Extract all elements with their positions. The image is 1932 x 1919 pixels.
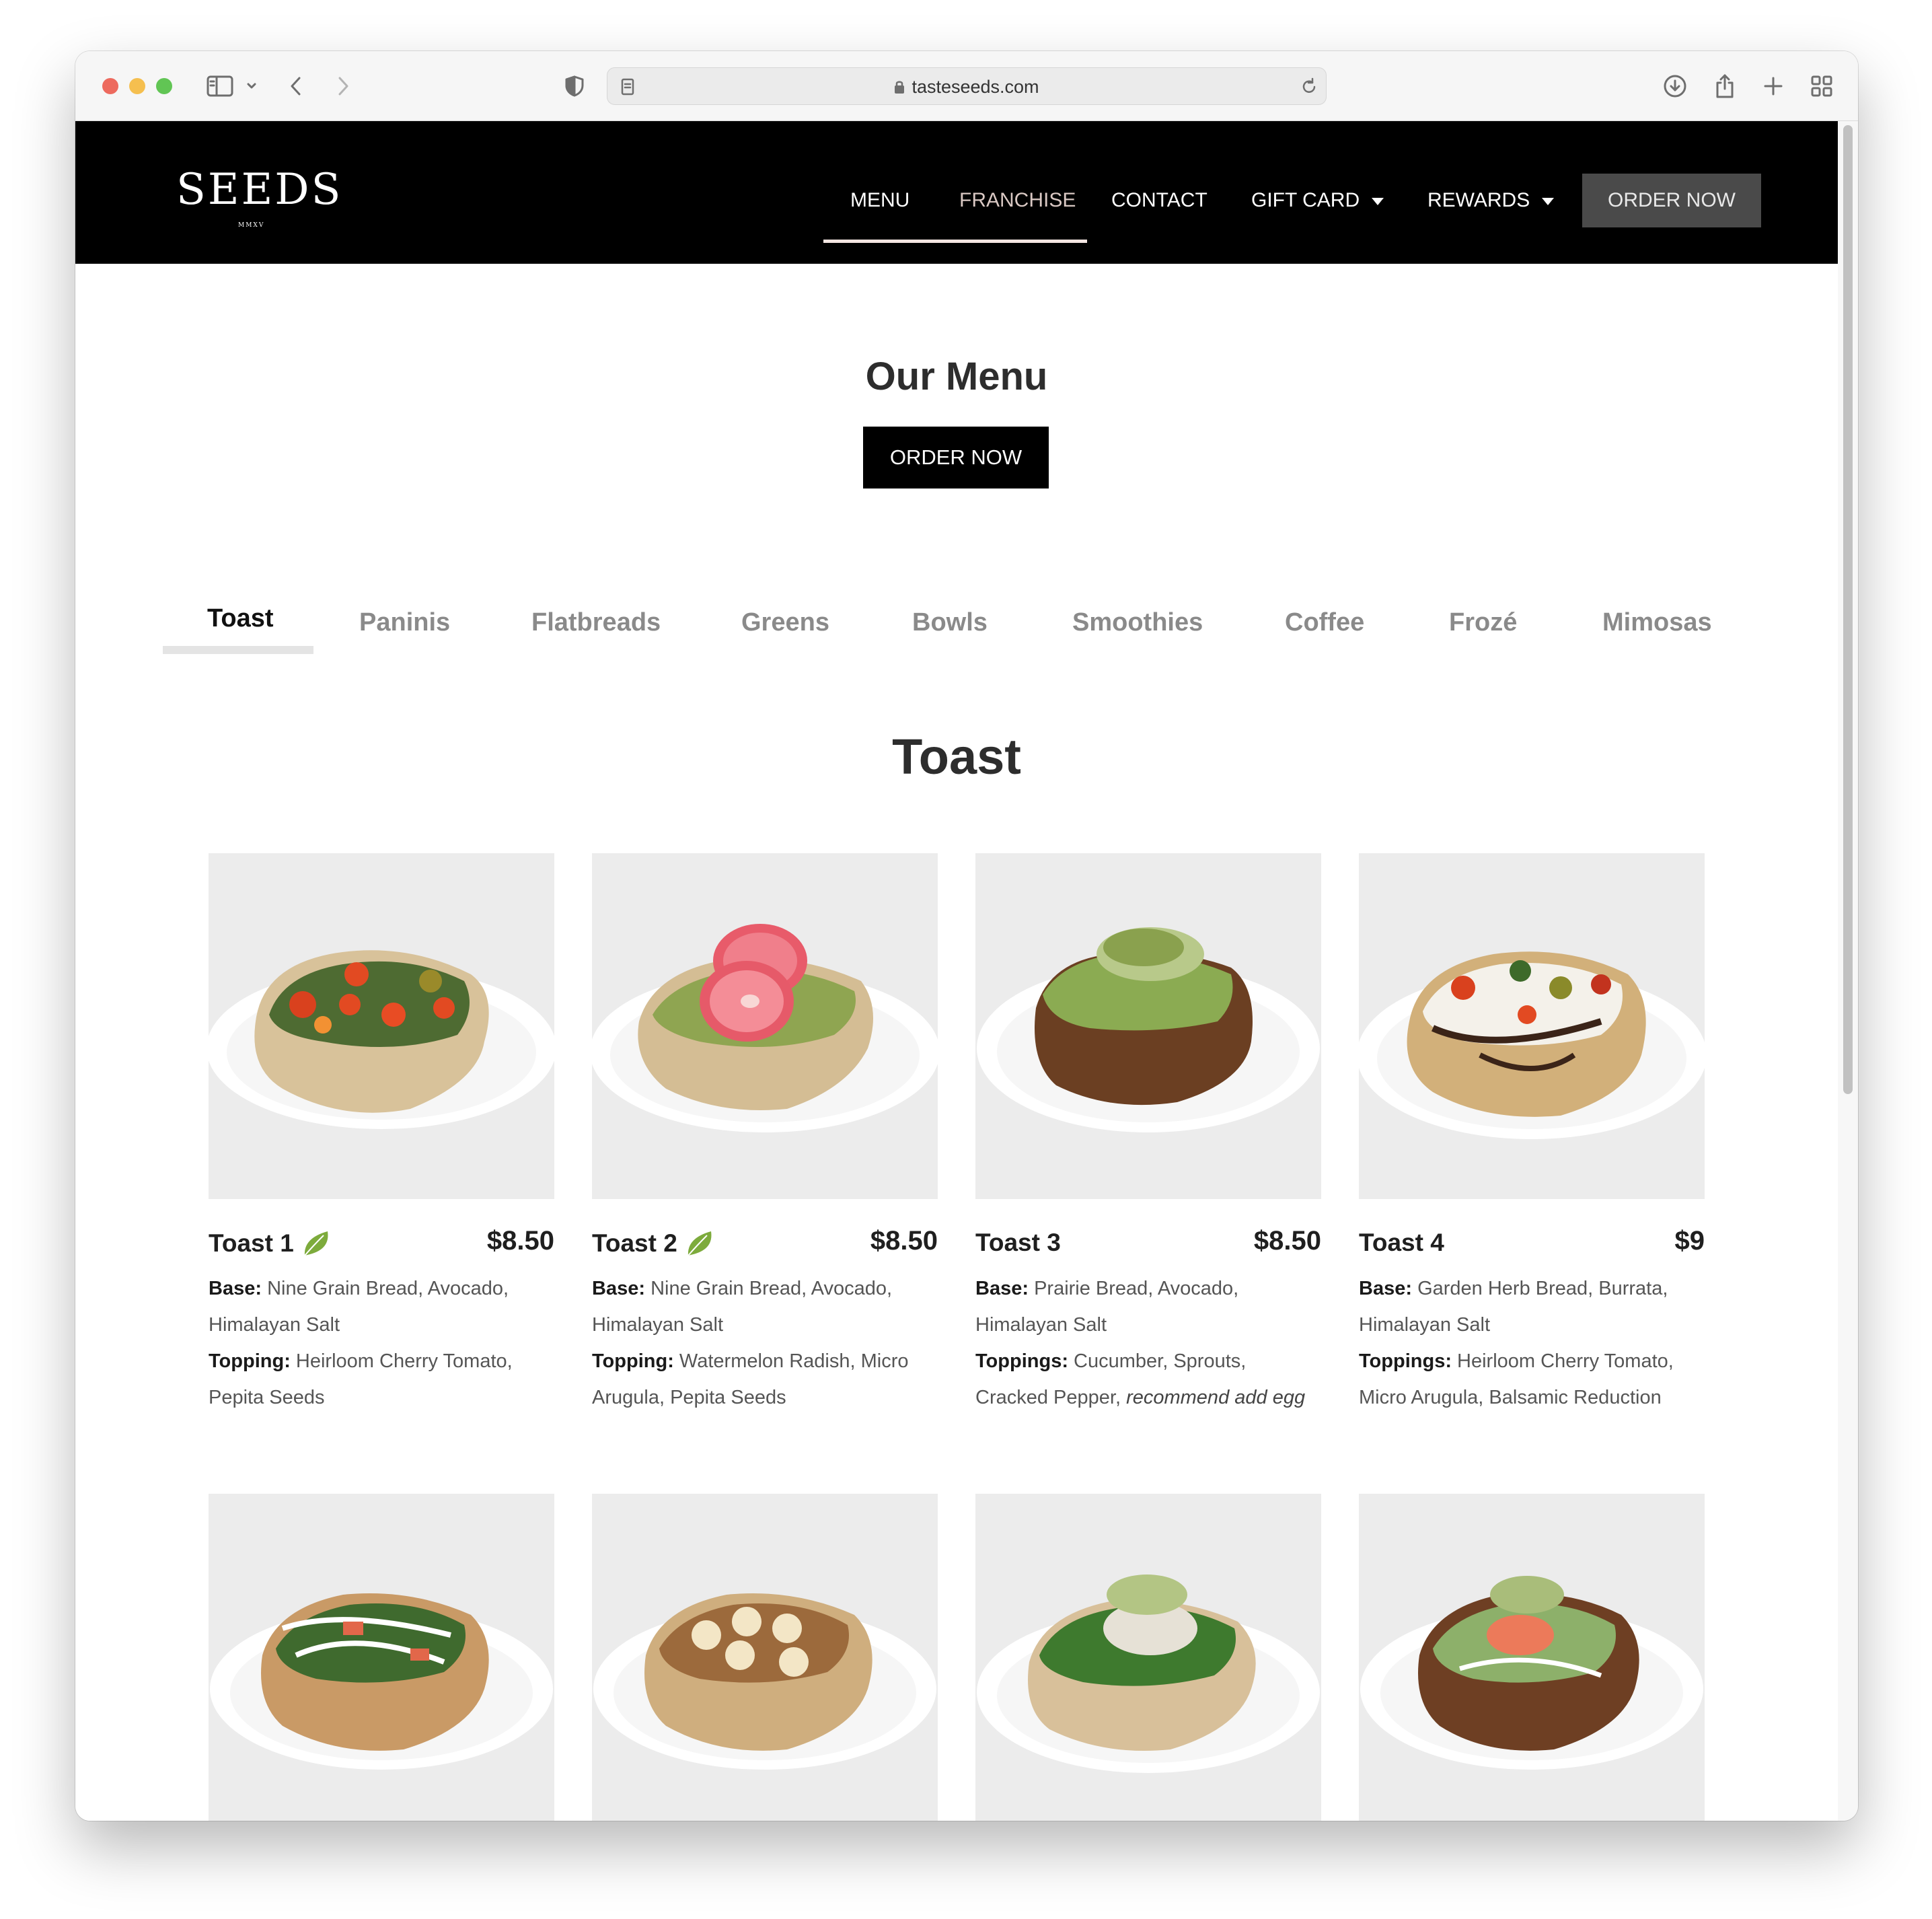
toast-3-image[interactable] <box>975 853 1321 1199</box>
close-window-button[interactable] <box>102 78 118 94</box>
menu-page: Our Menu ORDER NOW Toast Paninis Flatbre… <box>75 264 1838 1821</box>
nav-rewards[interactable]: REWARDS <box>1427 187 1555 214</box>
toast-3-name: Toast 3 <box>975 1229 1061 1257</box>
nav-contact[interactable]: CONTACT <box>1111 187 1208 214</box>
toast-3-title: Toast 3 <box>975 1229 1061 1256</box>
tab-froze[interactable]: Frozé <box>1449 608 1517 637</box>
tab-coffee[interactable]: Coffee <box>1285 608 1364 637</box>
nav-gift-card-label: GIFT CARD <box>1251 189 1360 211</box>
toast-3-price: $8.50 <box>1253 1226 1321 1256</box>
toast-2-description: Base: Nine Grain Bread, Avocado, Himalay… <box>592 1270 938 1416</box>
browser-window: tasteseeds.com SEEDS MMXV MENU FRANCHISE… <box>75 51 1858 1821</box>
toast-4-name: Toast 4 <box>1359 1229 1444 1257</box>
header-order-now-button[interactable]: ORDER NOW <box>1582 174 1761 227</box>
toast-3-topping: Toppings: Cucumber, Sprouts, Cracked Pep… <box>975 1350 1306 1408</box>
toast-2-name: Toast 2 <box>592 1229 716 1258</box>
toast-3-description: Base: Prairie Bread, Avocado, Himalayan … <box>975 1270 1321 1416</box>
url-value: tasteseeds.com <box>912 77 1039 97</box>
caret-down-icon <box>1542 197 1555 205</box>
toast-1-base: Base: Nine Grain Bread, Avocado, Himalay… <box>209 1278 509 1336</box>
nav-gift-card[interactable]: GIFT CARD <box>1251 187 1384 214</box>
toast-5-image[interactable] <box>209 1494 554 1821</box>
new-tab-icon[interactable] <box>1758 69 1788 104</box>
toast-4-image[interactable] <box>1359 853 1705 1199</box>
toast-4-price: $9 <box>1674 1226 1705 1256</box>
forward-arrow-icon[interactable] <box>331 69 355 104</box>
toast-2-title: Toast 2 <box>592 1229 677 1257</box>
active-tab-underline <box>163 646 313 654</box>
tab-greens[interactable]: Greens <box>741 608 829 637</box>
nav-franchise[interactable]: FRANCHISE <box>959 187 1076 214</box>
toast-3-recommendation: recommend add egg <box>1126 1387 1306 1408</box>
sidebar-icon[interactable] <box>203 69 237 104</box>
logo-subtitle: MMXV <box>238 222 265 229</box>
minimize-window-button[interactable] <box>129 78 145 94</box>
zoom-window-button[interactable] <box>156 78 172 94</box>
page-title: Our Menu <box>865 355 1048 398</box>
reload-icon[interactable] <box>1298 69 1321 104</box>
toast-6-image[interactable] <box>592 1494 938 1821</box>
tab-mimosas[interactable]: Mimosas <box>1602 608 1712 637</box>
nav-menu[interactable]: MENU <box>850 187 909 214</box>
toast-4-topping: Toppings: Heirloom Cherry Tomato, Micro … <box>1359 1350 1674 1408</box>
tab-paninis[interactable]: Paninis <box>359 608 450 637</box>
section-title: Toast <box>892 729 1021 785</box>
scrollbar-thumb[interactable] <box>1843 125 1853 1094</box>
tab-overview-icon[interactable] <box>1807 69 1836 104</box>
toast-1-image[interactable] <box>209 853 554 1199</box>
tab-smoothies[interactable]: Smoothies <box>1072 608 1203 637</box>
toast-2-image[interactable] <box>592 853 938 1199</box>
tab-flatbreads[interactable]: Flatbreads <box>531 608 661 637</box>
order-now-button[interactable]: ORDER NOW <box>863 427 1049 488</box>
toast-1-description: Base: Nine Grain Bread, Avocado, Himalay… <box>209 1270 554 1416</box>
nav-active-underline <box>823 240 1087 243</box>
toast-3-base: Base: Prairie Bread, Avocado, Himalayan … <box>975 1278 1239 1336</box>
toast-4-description: Base: Garden Herb Bread, Burrata, Himala… <box>1359 1270 1705 1416</box>
toast-2-base: Base: Nine Grain Bread, Avocado, Himalay… <box>592 1278 893 1336</box>
back-arrow-icon[interactable] <box>284 69 308 104</box>
toast-4-title: Toast 4 <box>1359 1229 1444 1256</box>
browser-toolbar: tasteseeds.com <box>75 51 1858 121</box>
site-header: SEEDS MMXV MENU FRANCHISE CONTACT GIFT C… <box>75 121 1838 264</box>
toast-1-title: Toast 1 <box>209 1229 294 1257</box>
caret-down-icon <box>1372 197 1384 205</box>
toast-1-name: Toast 1 <box>209 1229 333 1258</box>
toast-7-image[interactable] <box>975 1494 1321 1821</box>
nav-rewards-label: REWARDS <box>1427 189 1530 211</box>
chevron-down-icon[interactable] <box>244 69 260 104</box>
toast-1-topping: Topping: Heirloom Cherry Tomato, Pepita … <box>209 1350 513 1408</box>
tab-bowls[interactable]: Bowls <box>912 608 988 637</box>
privacy-shield-icon[interactable] <box>561 69 588 104</box>
tab-toast[interactable]: Toast <box>207 604 274 633</box>
url-text: tasteseeds.com <box>607 68 1326 106</box>
seeds-logo[interactable]: SEEDS <box>176 168 342 211</box>
toast-2-topping: Topping: Watermelon Radish, Micro Arugul… <box>592 1350 909 1408</box>
share-icon[interactable] <box>1710 69 1740 104</box>
downloads-icon[interactable] <box>1660 69 1690 104</box>
toast-2-price: $8.50 <box>870 1226 938 1256</box>
address-bar[interactable]: tasteseeds.com <box>607 67 1327 105</box>
toast-1-price: $8.50 <box>486 1226 554 1256</box>
toast-8-image[interactable] <box>1359 1494 1705 1821</box>
vegetarian-leaf-icon <box>688 1231 712 1256</box>
toast-4-base: Base: Garden Herb Bread, Burrata, Himala… <box>1359 1278 1668 1336</box>
vegetarian-leaf-icon <box>304 1231 328 1256</box>
lock-icon <box>894 69 905 107</box>
